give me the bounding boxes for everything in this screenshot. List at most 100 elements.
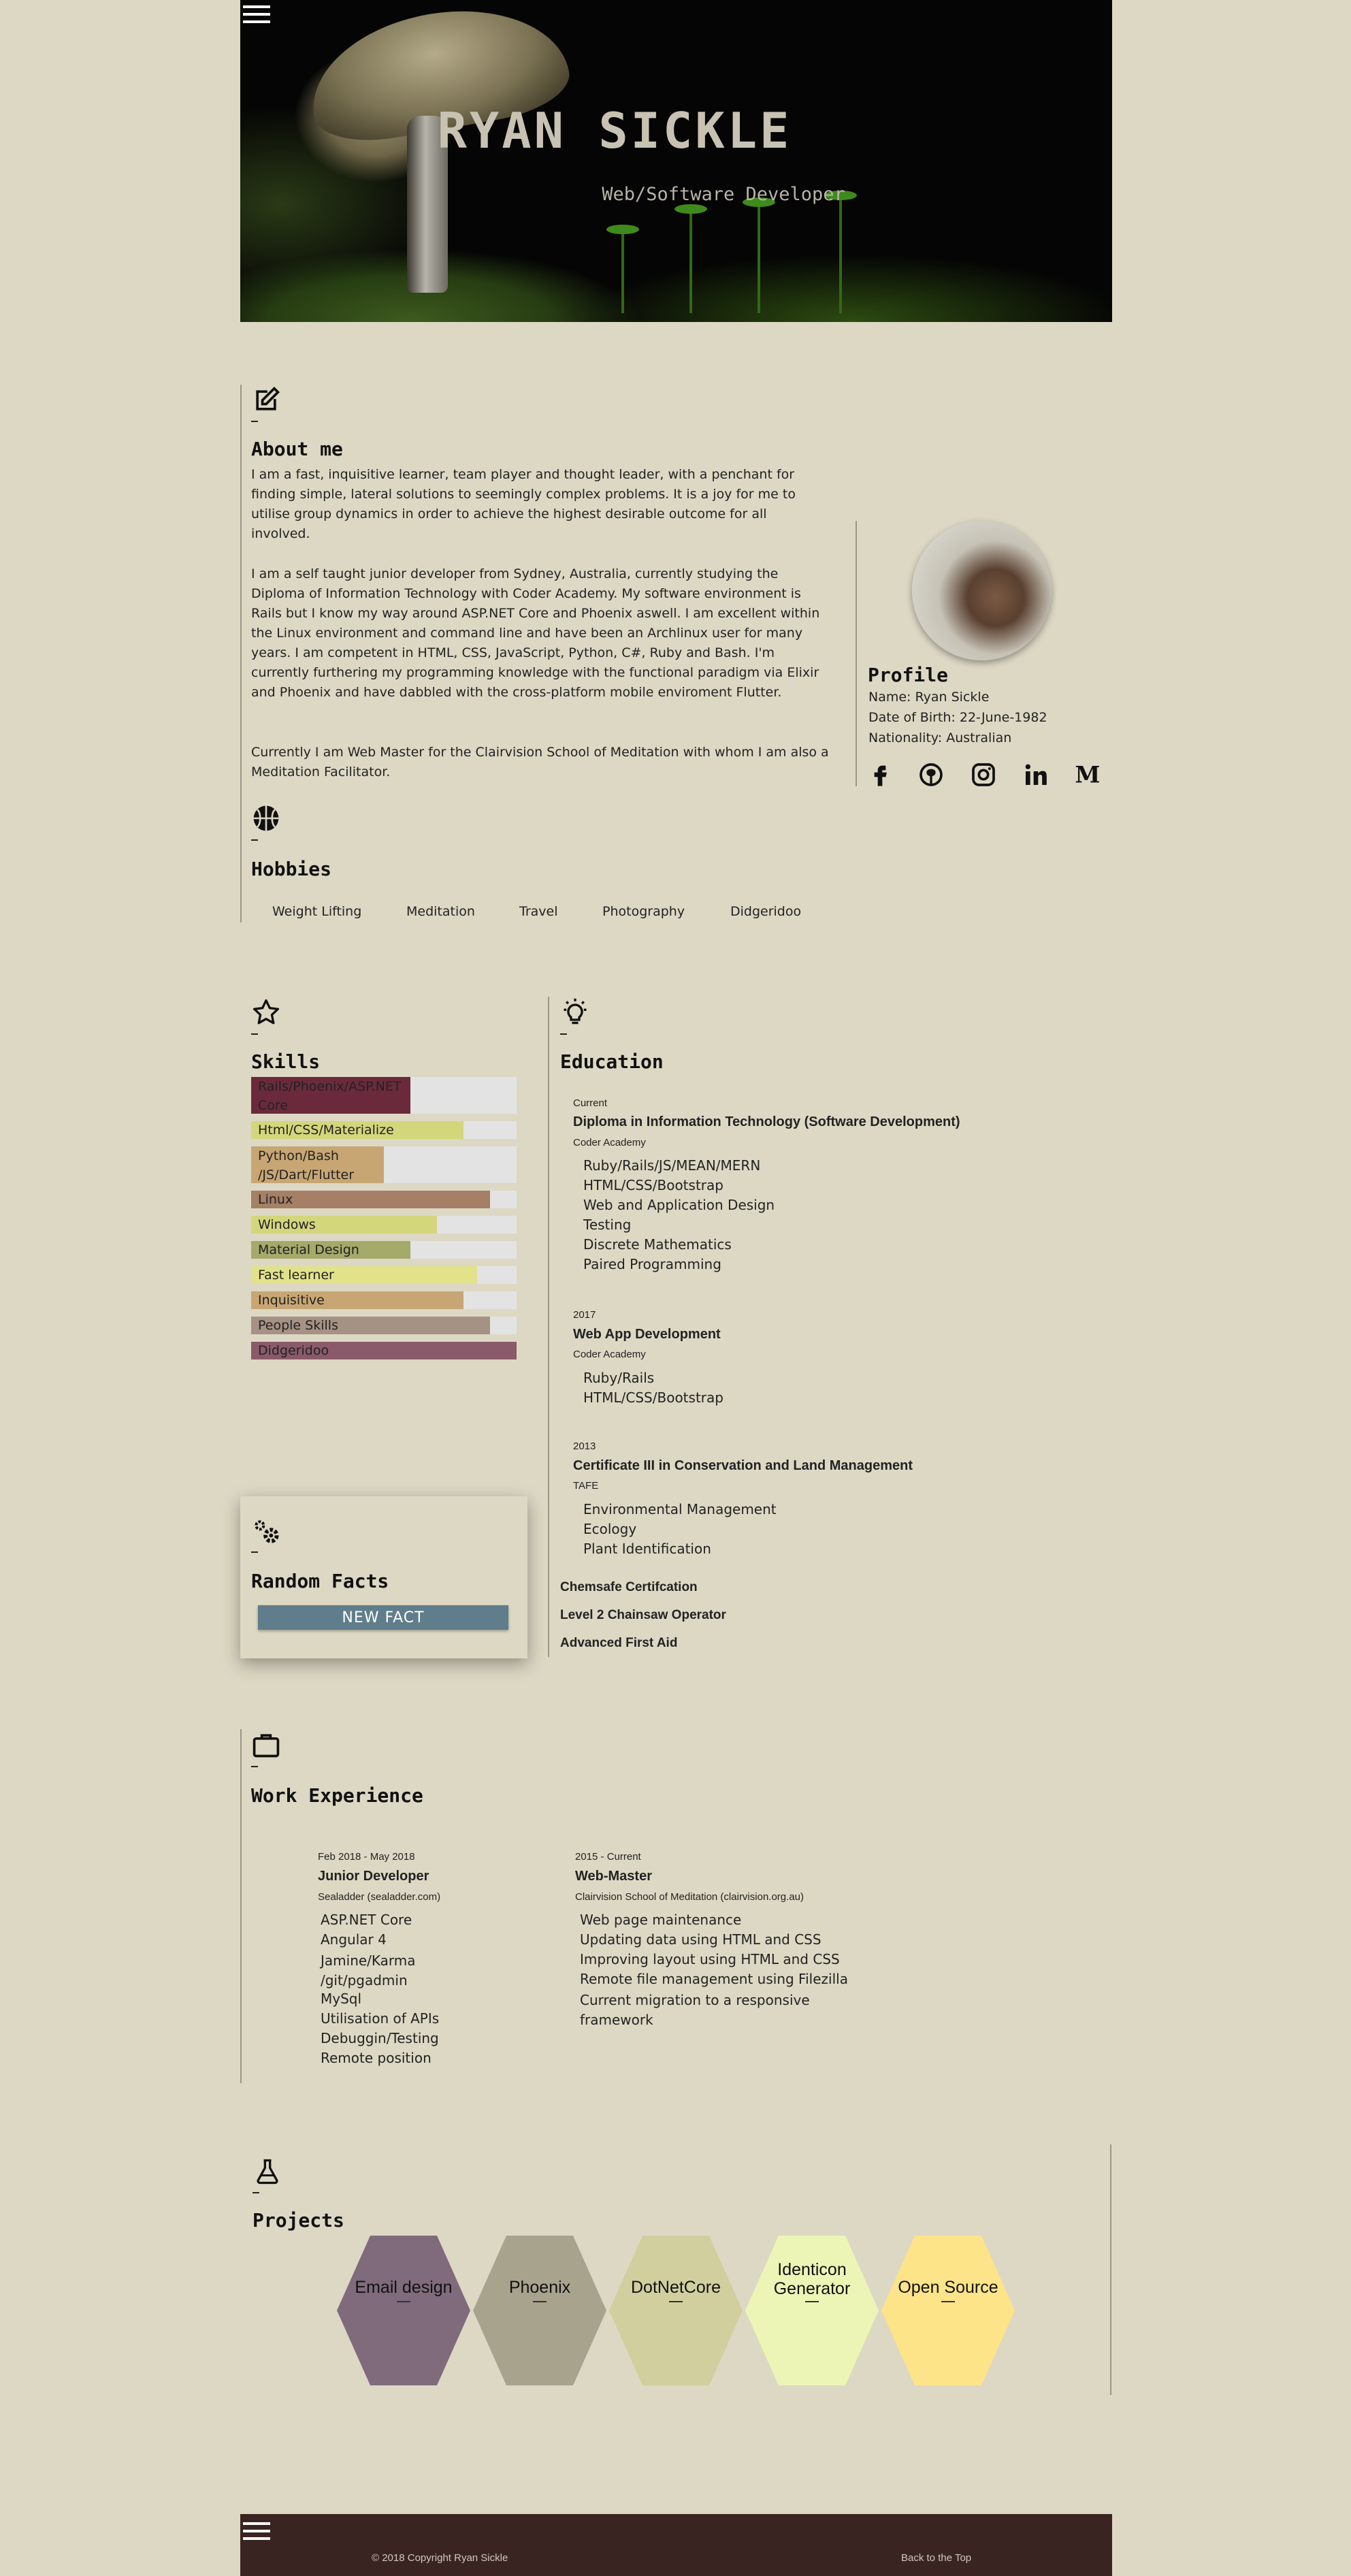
education-item: HTML/CSS/Bootstrap — [583, 1177, 723, 1193]
skills-list: Rails/Phoenix/ASP.NET Core Html/CSS/Mater… — [240, 1077, 533, 1383]
medium-icon[interactable]: M — [1074, 761, 1101, 788]
about-title: About me — [251, 438, 343, 460]
skill-bar: Windows — [251, 1216, 517, 1234]
education-entry-title: Certificate III in Conservation and Land… — [573, 1458, 913, 1473]
job-title: Junior Developer — [318, 1869, 429, 1884]
project-label: DotNetCore — [631, 2278, 721, 2297]
hero-name: RYAN SICKLE — [437, 102, 792, 159]
project-dash — [669, 2301, 683, 2302]
education-title: Education — [560, 1050, 664, 1073]
hero-subtitle: Web/Software Developer — [602, 184, 845, 205]
project-dash — [805, 2301, 819, 2302]
education-provider: TAFE — [573, 1480, 599, 1492]
footer: © 2018 Copyright Ryan Sickle Back to the… — [240, 2514, 1112, 2576]
sprout-image — [824, 191, 857, 313]
project-open-source[interactable]: Open Source — [881, 2236, 1015, 2385]
skill-label: Linux — [258, 1192, 293, 1207]
skill-label: Inquisitive — [258, 1293, 325, 1308]
skill-label: Python/Bash /JS/Dart/Flutter — [258, 1148, 355, 1182]
work-divider — [240, 1729, 242, 2083]
edit-note-icon — [256, 386, 280, 410]
instagram-icon[interactable] — [970, 761, 997, 788]
education-period: 2017 — [573, 1309, 596, 1321]
education-entry-title: Diploma in Information Technology (Softw… — [573, 1114, 960, 1129]
skill-bar: Didgeridoo — [251, 1342, 517, 1359]
profile-name: Name: Ryan Sickle — [868, 690, 990, 705]
project-label: Email design — [355, 2278, 453, 2297]
education-divider — [548, 997, 549, 1657]
job-item: Utilisation of APIs — [321, 2010, 440, 2027]
svg-text:M: M — [1075, 762, 1101, 788]
job-item: ASP.NET Core — [321, 1912, 412, 1928]
education-provider: Coder Academy — [573, 1349, 646, 1360]
menu-button[interactable] — [243, 5, 270, 26]
skill-label: Material Design — [258, 1242, 359, 1257]
project-dash — [533, 2301, 547, 2302]
project-email-design[interactable]: Email design — [337, 2236, 470, 2385]
skill-bar: Inquisitive — [251, 1291, 517, 1309]
basketball-icon — [253, 805, 279, 831]
education-item: Plant Identification — [583, 1541, 711, 1557]
job-item: Improving layout using HTML and CSS — [580, 1951, 840, 1967]
back-to-top-link[interactable]: Back to the Top — [901, 2552, 971, 2564]
job-company: Sealadder (sealadder.com) — [318, 1891, 441, 1903]
certificate: Chemsafe Certifcation — [560, 1580, 698, 1594]
section-dash — [251, 1551, 258, 1553]
hobby-item: Photography — [602, 904, 685, 919]
gears-icon — [255, 1520, 279, 1543]
project-dotnetcore[interactable]: DotNetCore — [609, 2236, 743, 2385]
education-item: HTML/CSS/Bootstrap — [583, 1389, 723, 1406]
about-paragraph-2: I am a self taught junior developer from… — [251, 566, 820, 700]
linkedin-icon[interactable] — [1022, 761, 1049, 788]
job-item: Remote file management using Filezilla — [580, 1971, 848, 1987]
skills-title: Skills — [251, 1050, 321, 1073]
job-item: Remote position — [321, 2050, 432, 2066]
skill-bar: Html/CSS/Materialize — [251, 1121, 517, 1139]
skill-bar: Material Design — [251, 1241, 517, 1259]
briefcase-icon — [253, 1734, 280, 1758]
skill-label: Fast learner — [258, 1268, 334, 1283]
star-icon — [253, 999, 280, 1025]
hobby-item: Weight Lifting — [272, 904, 362, 919]
education-item: Testing — [583, 1217, 632, 1233]
hobbies-title: Hobbies — [251, 858, 332, 880]
education-item: Web and Application Design — [583, 1197, 775, 1213]
job-item: MySql — [321, 1991, 362, 2007]
education-item: Ruby/Rails — [583, 1370, 655, 1386]
project-identicon-generator[interactable]: Identicon Generator — [745, 2236, 879, 2385]
certificate: Advanced First Aid — [560, 1636, 678, 1650]
section-dash — [253, 2192, 259, 2193]
work-title: Work Experience — [251, 1784, 423, 1807]
education-item: Ruby/Rails/JS/MEAN/MERN — [583, 1157, 761, 1174]
skill-bar: People Skills — [251, 1317, 517, 1334]
job-period: Feb 2018 - May 2018 — [318, 1851, 415, 1863]
project-phoenix[interactable]: Phoenix — [473, 2236, 606, 2385]
project-label: Open Source — [898, 2278, 998, 2297]
job-item: Current migration to a responsive framew… — [580, 1992, 810, 2028]
job-item: Web page maintenance — [580, 1912, 742, 1928]
skill-label: Html/CSS/Materialize — [258, 1123, 394, 1138]
skill-label: Rails/Phoenix/ASP.NET Core — [258, 1079, 402, 1113]
job-item: Jamine/Karma /git/pgadmin — [321, 1952, 416, 1989]
job-period: 2015 - Current — [575, 1851, 641, 1863]
profile-title: Profile — [868, 664, 949, 686]
facebook-icon[interactable] — [866, 761, 894, 788]
project-label: Identicon Generator — [773, 2260, 851, 2298]
section-dash — [251, 1033, 258, 1035]
skill-bar: Fast learner — [251, 1266, 517, 1284]
project-label: Phoenix — [508, 2278, 571, 2297]
footer-menu-button[interactable] — [243, 2522, 270, 2543]
job-item: Angular 4 — [321, 1931, 387, 1948]
sprout-image — [674, 204, 707, 313]
hobby-item: Didgeridoo — [730, 904, 802, 919]
sprout-image — [743, 197, 775, 313]
education-item: Environmental Management — [583, 1501, 777, 1517]
github-icon[interactable] — [917, 761, 945, 788]
random-facts-card: Random Facts NEW FACT — [240, 1496, 527, 1658]
job-company: Clairvision School of Meditation (clairv… — [575, 1891, 804, 1903]
project-dash — [397, 2301, 410, 2302]
education-period: Current — [573, 1097, 608, 1109]
section-dash — [560, 1033, 567, 1035]
about-divider — [240, 385, 242, 922]
new-fact-button[interactable]: NEW FACT — [258, 1605, 508, 1630]
